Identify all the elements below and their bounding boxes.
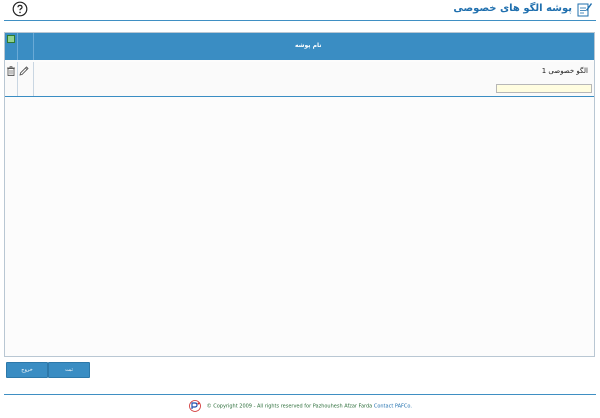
row-divider-1 xyxy=(17,62,18,96)
edit-icon[interactable] xyxy=(19,66,29,76)
help-icon[interactable] xyxy=(12,1,28,17)
page-title: پوشه الگو های خصوصی xyxy=(453,3,572,14)
trash-icon[interactable] xyxy=(7,66,15,76)
header-divider-2 xyxy=(33,33,34,60)
footer: © Copyright 2009 - All rights reserved f… xyxy=(0,400,600,412)
contact-link[interactable]: Contact PAFCo. xyxy=(374,404,412,410)
select-all-checkbox[interactable] xyxy=(7,35,15,43)
page-header: پوشه الگو های خصوصی xyxy=(0,0,600,20)
header-divider-1 xyxy=(17,33,18,60)
logo-icon xyxy=(189,400,201,412)
column-header-folder-name[interactable]: نام پوشه xyxy=(295,42,322,49)
row-divider-2 xyxy=(33,62,34,96)
folder-name-input[interactable] xyxy=(496,84,592,93)
exit-button[interactable]: خروج xyxy=(6,362,48,378)
header-divider xyxy=(4,20,596,21)
copyright-text: © Copyright 2009 - All rights reserved f… xyxy=(206,403,373,410)
folder-grid-panel: نام پوشه الگو خصوصی 1 xyxy=(4,32,595,357)
table-row[interactable]: الگو خصوصی 1 xyxy=(5,62,594,97)
title-edit-icon xyxy=(577,3,592,17)
footer-divider xyxy=(4,394,596,395)
folder-name-cell: الگو خصوصی 1 xyxy=(541,67,588,75)
table-header: نام پوشه xyxy=(5,33,594,60)
save-button[interactable]: ثبت xyxy=(48,362,90,378)
